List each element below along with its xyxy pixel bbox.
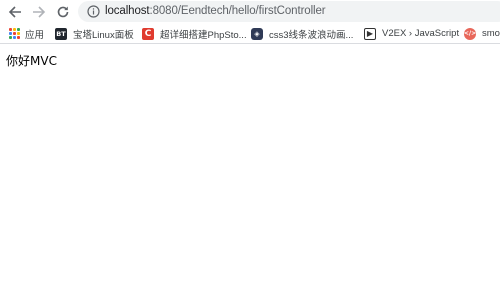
url-path: :8080/Eendtech/hello/firstController [149, 5, 326, 17]
forward-button[interactable] [29, 2, 49, 22]
bookmark-bt-panel[interactable]: BT 宝塔Linux面板 [55, 26, 134, 41]
bookmark-label: 应用 [25, 29, 45, 41]
url-host: localhost [105, 5, 150, 17]
bookmark-label: 宝塔Linux面板 [73, 29, 134, 41]
bookmark-css-wave[interactable]: ◈ css3线条波浪动画... [251, 26, 353, 41]
bookmark-label: css3线条波浪动画... [269, 29, 354, 41]
smoo-icon: </> [464, 27, 476, 40]
v2ex-icon: ▶ [364, 27, 376, 40]
bookmark-label: V2EX › JavaScript [382, 28, 460, 39]
csdn-icon: C [142, 27, 154, 40]
bookmark-apps[interactable]: 应用 [9, 26, 44, 41]
page-content: 你好MVC [0, 45, 500, 296]
apps-grid-icon [9, 28, 20, 39]
bookmark-smoo[interactable]: </> smoo [464, 26, 500, 41]
bt-panel-icon: BT [55, 27, 67, 40]
reload-button[interactable] [53, 2, 73, 22]
address-bar[interactable]: localhost:8080/Eendtech/hello/firstContr… [78, 1, 500, 22]
bookmark-label: 超详细搭建PhpSto... [160, 29, 247, 41]
css-site-icon: ◈ [251, 27, 263, 40]
back-button[interactable] [5, 2, 25, 22]
browser-toolbar: localhost:8080/Eendtech/hello/firstContr… [0, 0, 500, 23]
bookmark-v2ex[interactable]: ▶ V2EX › JavaScript [364, 26, 459, 41]
info-icon[interactable] [87, 5, 100, 18]
arrow-right-icon [33, 6, 46, 18]
bookmarks-bar: 应用 BT 宝塔Linux面板 C 超详细搭建PhpSto... ◈ css3线… [0, 23, 500, 44]
url-text[interactable]: localhost:8080/Eendtech/hello/firstContr… [105, 4, 326, 19]
bookmark-label: smoo [482, 28, 500, 39]
page-heading: 你好MVC [6, 54, 57, 68]
bookmark-phpstorm-guide[interactable]: C 超详细搭建PhpSto... [142, 26, 247, 41]
arrow-left-icon [8, 6, 21, 18]
reload-icon [57, 6, 69, 18]
